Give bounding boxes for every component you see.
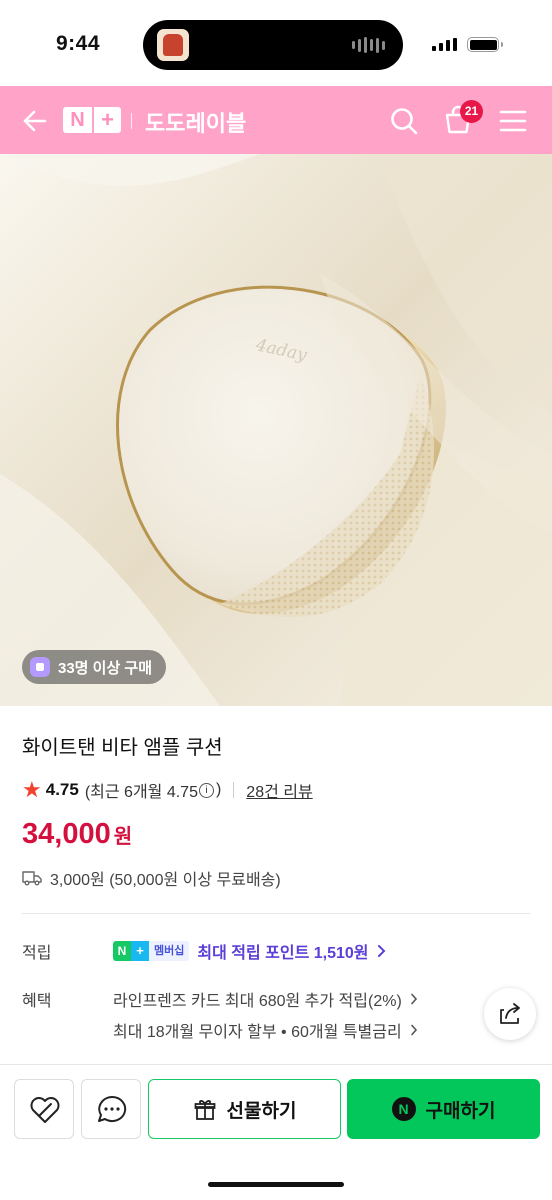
signal-icon bbox=[432, 38, 457, 51]
info-icon[interactable]: i bbox=[198, 782, 214, 798]
rating-recent: (최근 6개월 4.75 bbox=[84, 784, 198, 801]
share-button[interactable] bbox=[484, 988, 536, 1040]
benefit-label: 혜택 bbox=[22, 993, 52, 1010]
purchase-count-badge: 33명 이상 구매 bbox=[22, 650, 167, 684]
talk-button[interactable] bbox=[81, 1079, 141, 1139]
rating-row: ★ 4.75 (최근 6개월 4.75 i ) 28건 리뷰 bbox=[22, 778, 313, 802]
naver-plus-logo[interactable]: N + bbox=[63, 107, 121, 133]
gift-label: 선물하기 bbox=[226, 1100, 297, 1122]
status-bar: 9:44 bbox=[0, 0, 552, 86]
points-label: 적립 bbox=[22, 945, 52, 962]
home-indicator bbox=[208, 1182, 344, 1187]
shipping-text: 3,000원 (50,000원 이상 무료배송) bbox=[50, 872, 281, 889]
purchase-count-text: 33명 이상 구매 bbox=[58, 659, 153, 677]
rating-divider bbox=[233, 782, 235, 798]
price-amount: 34,000 bbox=[22, 818, 111, 850]
top-header: N + 도도레이블 21 bbox=[0, 86, 552, 154]
logo-plus: + bbox=[92, 107, 121, 133]
star-icon: ★ bbox=[22, 777, 42, 802]
menu-icon[interactable] bbox=[499, 108, 527, 134]
gift-icon bbox=[194, 1100, 215, 1120]
shopping-bag-icon bbox=[30, 657, 50, 677]
logo-n: N bbox=[63, 107, 92, 133]
product-title: 화이트탠 비타 앰플 쿠션 bbox=[22, 737, 223, 759]
benefit-line-card[interactable]: 라인프렌즈 카드 최대 680원 추가 적립(2%) bbox=[113, 987, 418, 1011]
rating-score: 4.75 bbox=[45, 780, 79, 799]
naver-membership-badge: N + 멤버십 bbox=[113, 941, 190, 961]
section-divider bbox=[22, 913, 530, 914]
reviews-link[interactable]: 28건 리뷰 bbox=[246, 778, 312, 802]
chevron-right-icon bbox=[410, 993, 417, 1005]
membership-label: 멤버십 bbox=[149, 941, 190, 961]
product-image[interactable]: 4aday 33명 이상 구매 bbox=[0, 154, 552, 706]
header-divider bbox=[131, 113, 132, 129]
naver-pay-icon: N bbox=[391, 1097, 416, 1121]
back-arrow-icon[interactable] bbox=[18, 106, 48, 136]
truck-icon bbox=[22, 871, 42, 886]
search-icon[interactable] bbox=[389, 106, 419, 136]
share-icon bbox=[500, 1003, 520, 1024]
store-name[interactable]: 도도레이블 bbox=[145, 106, 246, 138]
status-time: 9:44 bbox=[56, 32, 101, 55]
benefit-installment-text: 최대 18개월 무이자 할부 • 60개월 특별금리 bbox=[113, 1024, 402, 1041]
price: 34,000 원 bbox=[22, 818, 132, 851]
battery-icon bbox=[467, 37, 503, 52]
points-row[interactable]: N + 멤버십 최대 적립 포인트 1,510원 bbox=[113, 939, 387, 963]
product-photo-illustration: 4aday bbox=[0, 154, 552, 706]
purchase-bar: 선물하기 N 구매하기 bbox=[0, 1064, 552, 1200]
points-text: 최대 적립 포인트 1,510원 bbox=[197, 945, 369, 962]
chat-icon bbox=[98, 1095, 127, 1122]
buy-label: 구매하기 bbox=[425, 1100, 496, 1122]
audio-wave-icon bbox=[352, 37, 385, 53]
buy-button[interactable]: N 구매하기 bbox=[347, 1079, 540, 1139]
cart-count-badge: 21 bbox=[460, 100, 483, 123]
benefit-card-text: 라인프렌즈 카드 최대 680원 추가 적립(2%) bbox=[113, 993, 402, 1010]
heart-icon bbox=[30, 1097, 60, 1123]
chevron-right-icon bbox=[377, 945, 385, 957]
chevron-right-icon bbox=[410, 1024, 417, 1036]
price-currency: 원 bbox=[113, 826, 133, 848]
dynamic-island bbox=[143, 20, 403, 70]
shipping-info: 3,000원 (50,000원 이상 무료배송) bbox=[22, 866, 281, 890]
rating-recent-close: ) bbox=[215, 781, 222, 798]
wishlist-button[interactable] bbox=[14, 1079, 74, 1139]
benefit-line-installment[interactable]: 최대 18개월 무이자 할부 • 60개월 특별금리 bbox=[113, 1018, 418, 1042]
now-playing-app-icon bbox=[157, 29, 189, 61]
gift-button[interactable]: 선물하기 bbox=[148, 1079, 341, 1139]
